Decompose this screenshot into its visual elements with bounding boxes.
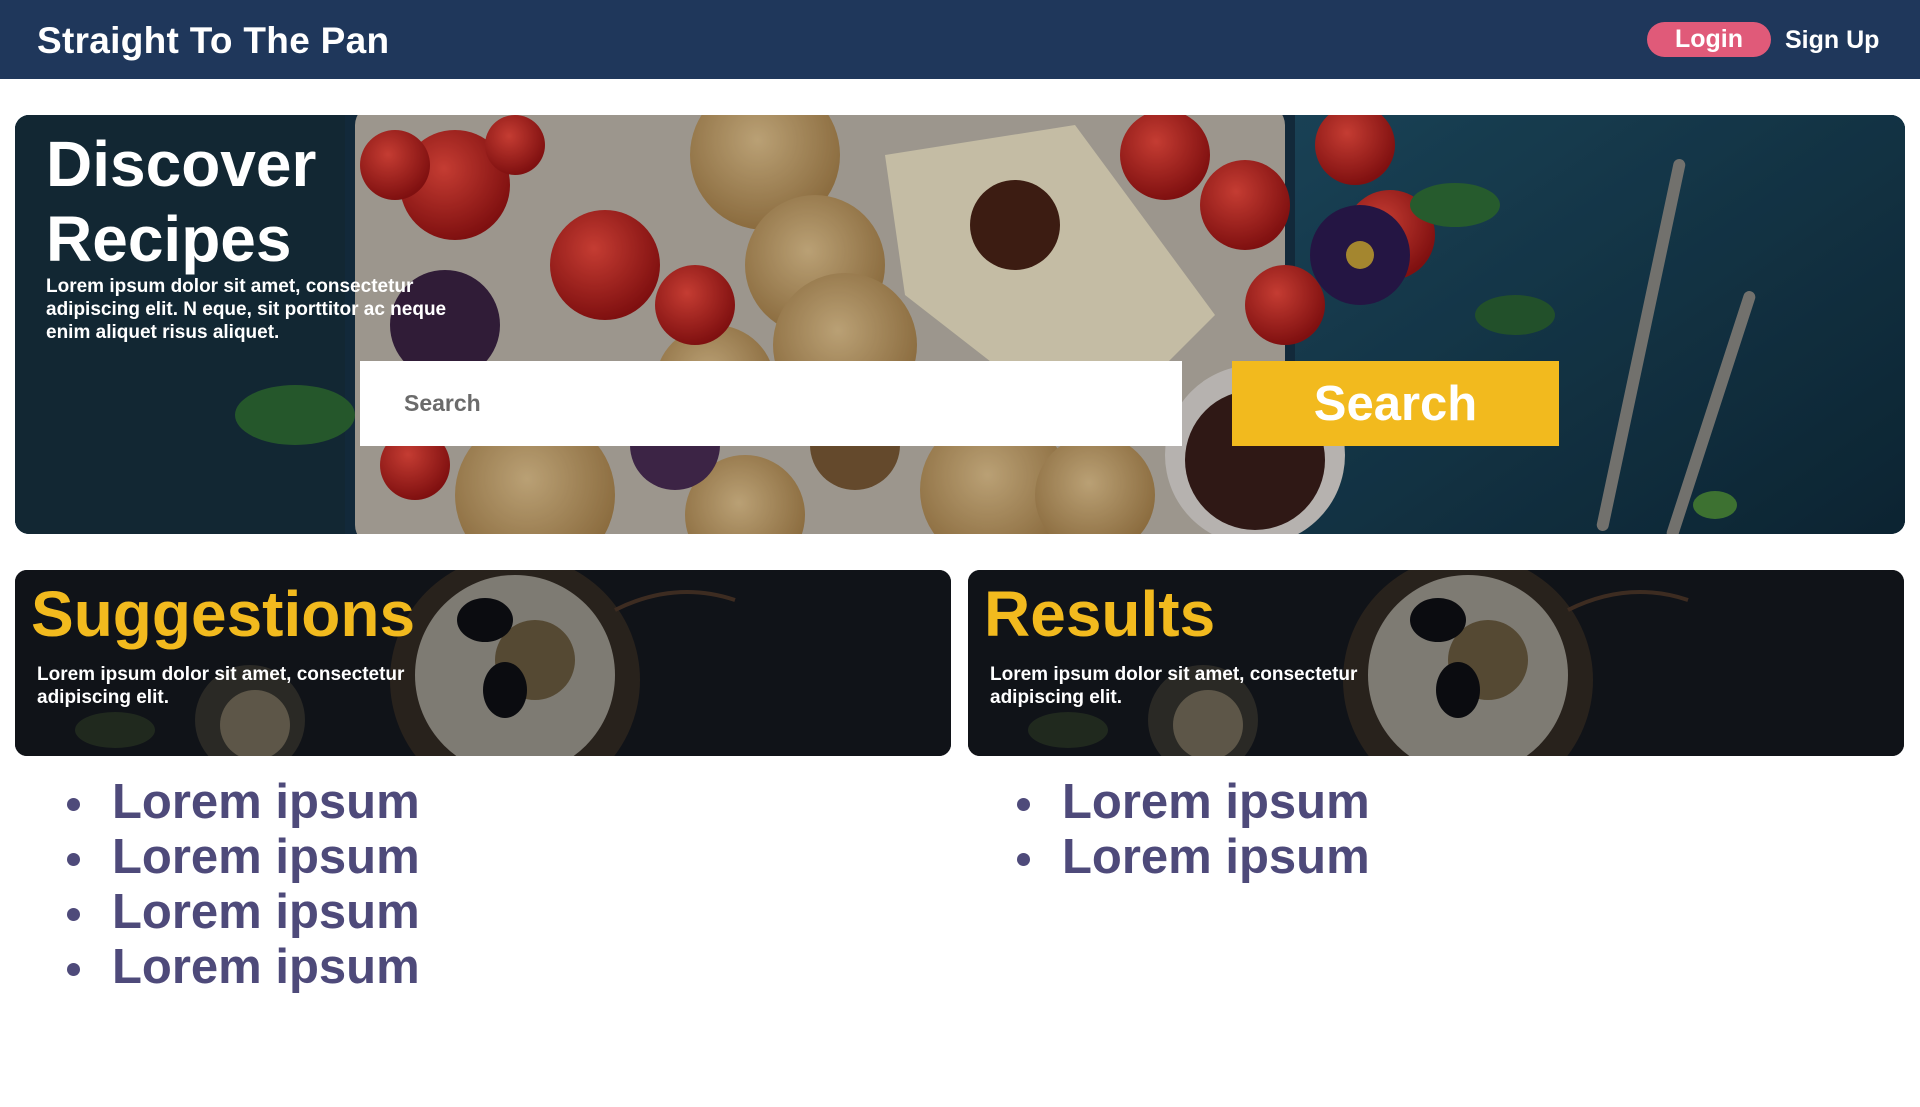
suggestion-item[interactable]: Lorem ipsum <box>65 940 420 995</box>
result-item[interactable]: Lorem ipsum <box>1015 830 1370 885</box>
suggestions-title: Suggestions <box>31 578 416 650</box>
results-list: Lorem ipsum Lorem ipsum <box>1015 775 1370 885</box>
login-button[interactable]: Login <box>1647 22 1771 57</box>
result-item[interactable]: Lorem ipsum <box>1015 775 1370 830</box>
hero-banner: Discover Recipes Lorem ipsum dolor sit a… <box>15 115 1905 534</box>
suggestion-item[interactable]: Lorem ipsum <box>65 775 420 830</box>
suggestions-card: Suggestions Lorem ipsum dolor sit amet, … <box>15 570 951 756</box>
suggestions-list: Lorem ipsum Lorem ipsum Lorem ipsum Lore… <box>65 775 420 995</box>
suggestion-item[interactable]: Lorem ipsum <box>65 885 420 940</box>
suggestion-item[interactable]: Lorem ipsum <box>65 830 420 885</box>
suggestions-description: Lorem ipsum dolor sit amet, consectetur … <box>37 664 405 708</box>
results-description: Lorem ipsum dolor sit amet, consectetur … <box>990 664 1358 708</box>
results-title: Results <box>984 578 1216 650</box>
results-card: Results Lorem ipsum dolor sit amet, cons… <box>968 570 1904 756</box>
search-input[interactable] <box>360 361 1182 446</box>
hero-title: Discover Recipes <box>46 128 317 275</box>
search-button[interactable]: Search <box>1232 361 1559 446</box>
navbar: Straight To The Pan Login Sign Up <box>0 0 1920 79</box>
signup-link[interactable]: Sign Up <box>1785 26 1879 55</box>
site-logo[interactable]: Straight To The Pan <box>37 20 389 62</box>
hero-description: Lorem ipsum dolor sit amet, consectetur … <box>46 276 447 343</box>
